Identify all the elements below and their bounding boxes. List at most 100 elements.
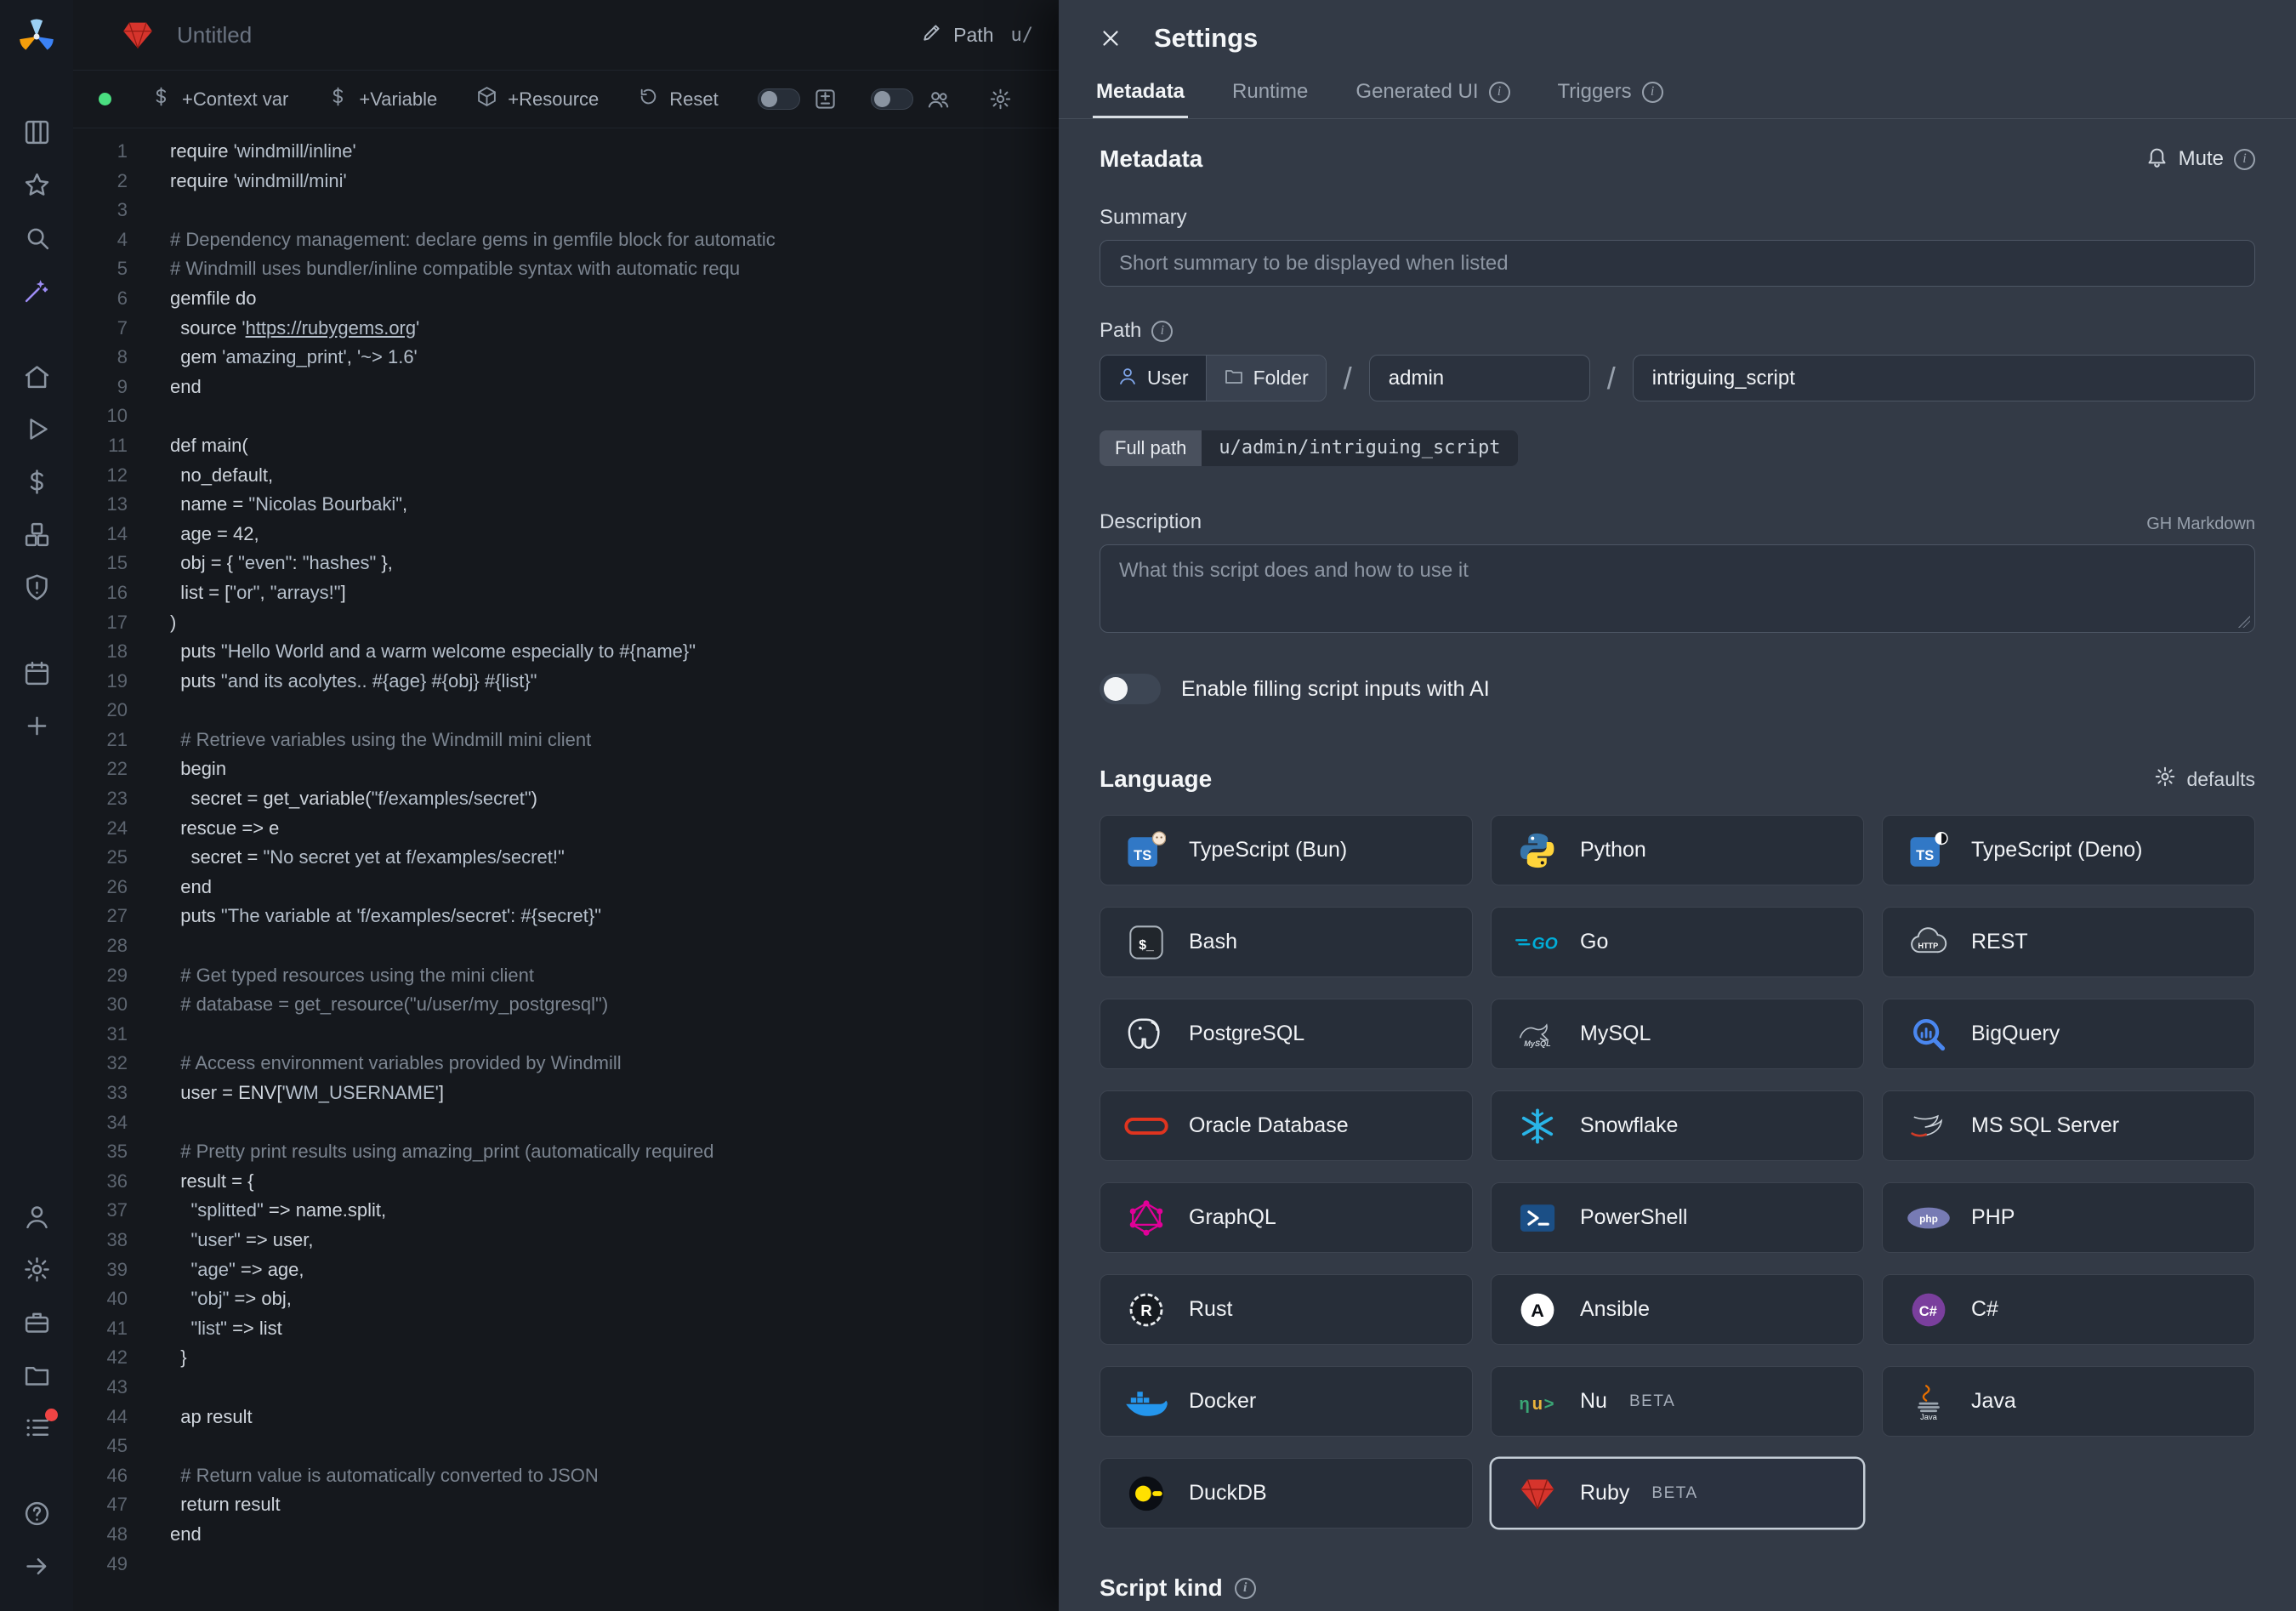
language-oracle-database[interactable]: Oracle Database [1100, 1090, 1473, 1161]
folders-icon[interactable] [20, 1358, 54, 1392]
language-php[interactable]: phpPHP [1882, 1182, 2255, 1253]
editor-settings-gear-icon[interactable] [989, 88, 1012, 111]
mute-label: Mute [2179, 147, 2224, 171]
pencil-icon [921, 21, 943, 48]
ruby-script-icon [121, 18, 155, 52]
sidebar-bottom-icons [20, 1190, 54, 1592]
language-ms-sql-server[interactable]: MS SQL Server [1882, 1090, 2255, 1161]
tab-triggers[interactable]: Triggersi [1554, 70, 1667, 118]
code-line: 15 obj = { "even": "hashes" }, [73, 549, 1059, 578]
diff-mode-toggle[interactable] [758, 88, 800, 110]
reset-button[interactable]: Reset [638, 86, 718, 112]
tab-runtime[interactable]: Runtime [1229, 70, 1311, 118]
language-powershell[interactable]: PowerShell [1491, 1182, 1864, 1253]
variables-icon[interactable] [20, 464, 54, 498]
language-bigquery[interactable]: BigQuery [1882, 999, 2255, 1069]
language-python[interactable]: Python [1491, 815, 1864, 885]
summary-input[interactable] [1100, 240, 2255, 287]
toolbar-buttons: +Context var +Variable +Resource Reset [151, 86, 719, 112]
workers-icon[interactable] [20, 1305, 54, 1339]
collapse-sidebar-icon[interactable] [20, 1549, 54, 1583]
language-ruby[interactable]: RubyBETA [1491, 1458, 1864, 1528]
language-bash[interactable]: $_Bash [1100, 907, 1473, 977]
full-path-value: u/admin/intriguing_script [1202, 430, 1517, 466]
settings-title: Settings [1154, 23, 1258, 54]
language-typescript-deno[interactable]: TSTypeScript (Deno) [1882, 815, 2255, 885]
language-rust[interactable]: RRust [1100, 1274, 1473, 1345]
language-postgresql[interactable]: PostgreSQL [1100, 999, 1473, 1069]
svg-text:u: u [1532, 1394, 1543, 1413]
language-nu[interactable]: ηu>NuBETA [1491, 1366, 1864, 1437]
csharp-logo-icon: C# [1905, 1289, 1952, 1330]
language-ansible[interactable]: AAnsible [1491, 1274, 1864, 1345]
add-variable-button[interactable]: +Variable [327, 86, 437, 112]
workspace-boards-icon[interactable] [20, 115, 54, 149]
language-duckdb[interactable]: DuckDB [1100, 1458, 1473, 1528]
ai-fill-toggle[interactable] [1100, 674, 1161, 704]
language-java[interactable]: JavaJava [1882, 1366, 2255, 1437]
create-new-icon[interactable] [20, 709, 54, 743]
line-number: 47 [73, 1490, 128, 1520]
resources-icon[interactable] [20, 517, 54, 551]
language-snowflake[interactable]: Snowflake [1491, 1090, 1864, 1161]
path-button[interactable]: Path [921, 21, 993, 48]
sidebar [0, 0, 73, 1611]
tab-generated-ui[interactable]: Generated UIi [1352, 70, 1513, 118]
line-number: 26 [73, 873, 128, 902]
line-number: 32 [73, 1049, 128, 1079]
close-button[interactable] [1088, 15, 1134, 61]
code-line: 46 # Return value is automatically conve… [73, 1461, 1059, 1491]
runs-icon[interactable] [20, 412, 54, 446]
user-icon[interactable] [20, 1199, 54, 1233]
search-icon[interactable] [20, 220, 54, 254]
owner-kind-user[interactable]: User [1100, 356, 1206, 401]
ai-wand-icon[interactable] [20, 273, 54, 307]
gh-markdown-hint: GH Markdown [2146, 515, 2255, 534]
code-editor[interactable]: 1require 'windmill/inline'2require 'wind… [73, 128, 1059, 1611]
line-number: 28 [73, 931, 128, 961]
mute-button[interactable]: Mute i [2145, 145, 2255, 174]
resize-handle-icon[interactable] [2236, 614, 2250, 628]
code-line: 44 ap result [73, 1403, 1059, 1432]
code-line: 17) [73, 608, 1059, 638]
path-button-label: Path [953, 24, 993, 47]
language-go[interactable]: GOGo [1491, 907, 1864, 977]
apps-menu-icon[interactable] [20, 1410, 54, 1444]
path-name-input[interactable] [1633, 355, 2255, 401]
multiplayer-toggle[interactable] [871, 88, 913, 110]
language-c[interactable]: C#C# [1882, 1274, 2255, 1345]
language-rest[interactable]: HTTPREST [1882, 907, 2255, 977]
audit-logs-icon[interactable] [20, 570, 54, 604]
go-logo-icon: GO [1514, 922, 1561, 963]
tab-metadata[interactable]: Metadata [1093, 70, 1188, 118]
add-resource-button[interactable]: +Resource [476, 86, 599, 112]
language-docker[interactable]: Docker [1100, 1366, 1473, 1437]
code-lines: 1require 'windmill/inline'2require 'wind… [73, 137, 1059, 1579]
line-number: 9 [73, 373, 128, 402]
home-icon[interactable] [20, 359, 54, 393]
help-icon[interactable] [20, 1496, 54, 1530]
language-defaults-button[interactable]: defaults [2154, 766, 2255, 793]
line-number: 23 [73, 784, 128, 814]
path-owner-input[interactable] [1369, 355, 1590, 401]
line-number: 41 [73, 1314, 128, 1344]
language-graphql[interactable]: GraphQL [1100, 1182, 1473, 1253]
language-grid: TSTypeScript (Bun) Python TSTypeScript (De… [1100, 815, 2255, 1528]
ai-fill-label: Enable filling script inputs with AI [1181, 677, 1490, 702]
description-textarea[interactable] [1100, 544, 2255, 633]
favorites-icon[interactable] [20, 168, 54, 202]
script-title-input[interactable]: Untitled [177, 22, 252, 48]
language-typescript-bun[interactable]: TSTypeScript (Bun) [1100, 815, 1473, 885]
workspace-settings-icon[interactable] [20, 1252, 54, 1286]
code-line: 4# Dependency management: declare gems i… [73, 225, 1059, 255]
deno-logo-icon: TS [1905, 830, 1952, 871]
language-mysql[interactable]: MySQLMySQL [1491, 999, 1864, 1069]
line-number: 14 [73, 520, 128, 549]
svg-text:TS: TS [1134, 846, 1151, 862]
schedules-icon[interactable] [20, 656, 54, 690]
code-line: 9end [73, 373, 1059, 402]
add-context-var-button[interactable]: +Context var [151, 86, 288, 112]
python-logo-icon [1514, 830, 1561, 871]
windmill-logo[interactable] [17, 17, 56, 56]
owner-kind-folder[interactable]: Folder [1206, 356, 1326, 401]
